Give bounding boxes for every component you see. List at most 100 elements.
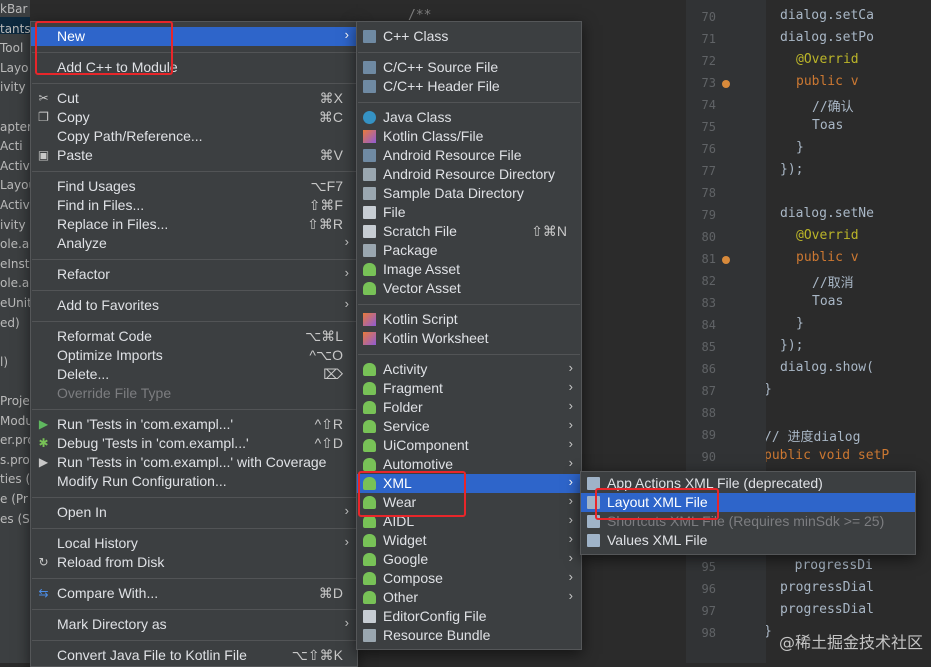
chevron-right-icon: ›	[344, 234, 349, 249]
menu-item-find-usages[interactable]: Find Usages ⌥F7	[31, 177, 357, 196]
project-tree-item[interactable]: ivity	[0, 80, 26, 94]
menu-item-shortcut: ⌘D	[318, 585, 343, 601]
menu-item-run-tests-in-com-exampl-with-coverage[interactable]: ▶ Run 'Tests in 'com.exampl...' with Cove…	[31, 453, 357, 472]
menu-item-open-in[interactable]: Open In ›	[31, 503, 357, 522]
menu-item-mark-directory-as[interactable]: Mark Directory as ›	[31, 615, 357, 634]
menu-item-service[interactable]: Service ›	[357, 417, 581, 436]
menu-item-find-in-files[interactable]: Find in Files... ⇧⌘F	[31, 196, 357, 215]
menu-item-label: Copy	[57, 109, 90, 125]
menu-item-uicomponent[interactable]: UiComponent ›	[357, 436, 581, 455]
menu-item-c-c-header-file[interactable]: C/C++ Header File	[357, 77, 581, 96]
menu-item-local-history[interactable]: Local History ›	[31, 534, 357, 553]
menu-item-reformat-code[interactable]: Reformat Code ⌥⌘L	[31, 327, 357, 346]
menu-item-values-xml-file[interactable]: Values XML File	[581, 531, 915, 550]
menu-item-other[interactable]: Other ›	[357, 588, 581, 607]
project-tree-item[interactable]: e (Pr	[0, 492, 28, 506]
menu-item-c-c-source-file[interactable]: C/C++ Source File	[357, 58, 581, 77]
menu-item-resource-bundle[interactable]: Resource Bundle	[357, 626, 581, 645]
project-tree-item[interactable]: ole.an	[0, 276, 30, 290]
project-tree-item[interactable]: ed)	[0, 316, 20, 330]
new-submenu: C++ Class C/C++ Source File C/C++ Header F…	[356, 21, 582, 650]
menu-item-label: Run 'Tests in 'com.exampl...' with Cover…	[57, 454, 327, 470]
project-tree-item[interactable]: Acti	[0, 139, 23, 153]
menu-item-cut[interactable]: ✂ Cut ⌘X	[31, 89, 357, 108]
menu-item-kotlin-script[interactable]: Kotlin Script	[357, 310, 581, 329]
menu-item-kotlin-worksheet[interactable]: Kotlin Worksheet	[357, 329, 581, 348]
menu-item-android-resource-directory[interactable]: Android Resource Directory	[357, 165, 581, 184]
project-tree-item[interactable]: Tool	[0, 41, 23, 55]
menu-item-modify-run-configuration[interactable]: Modify Run Configuration...	[31, 472, 357, 491]
menu-item-sample-data-directory[interactable]: Sample Data Directory	[357, 184, 581, 203]
menu-item-fragment[interactable]: Fragment ›	[357, 379, 581, 398]
project-tree-item[interactable]: s.pro	[0, 453, 30, 467]
menu-item-copy[interactable]: ❐ Copy ⌘C	[31, 108, 357, 127]
menu-item-file[interactable]: File	[357, 203, 581, 222]
menu-item-c-class[interactable]: C++ Class	[357, 27, 581, 46]
project-tree-item[interactable]: er.pro	[0, 433, 30, 447]
project-tree-item[interactable]: apter	[0, 120, 30, 134]
override-gutter-icon[interactable]	[722, 80, 730, 88]
project-tree-item[interactable]: ivity	[0, 218, 26, 232]
override-gutter-icon[interactable]	[722, 256, 730, 264]
menu-item-editorconfig-file[interactable]: EditorConfig File	[357, 607, 581, 626]
project-tree-item[interactable]: Layo	[0, 61, 28, 75]
menu-item-optimize-imports[interactable]: Optimize Imports ^⌥O	[31, 346, 357, 365]
code-line: //确认	[812, 100, 854, 115]
menu-item-package[interactable]: Package	[357, 241, 581, 260]
menu-item-paste[interactable]: ▣ Paste ⌘V	[31, 146, 357, 165]
project-tree-item[interactable]: Layou	[0, 178, 30, 192]
project-tree-item[interactable]: Activ	[0, 159, 30, 173]
menu-item-label: Local History	[57, 535, 138, 551]
menu-separator	[32, 290, 356, 291]
project-tree-item[interactable]: Activ	[0, 198, 30, 212]
project-tree-item[interactable]: ties (	[0, 472, 30, 486]
menu-item-java-class[interactable]: Java Class	[357, 108, 581, 127]
menu-item-vector-asset[interactable]: Vector Asset	[357, 279, 581, 298]
watermark: @稀土掘金技术社区	[778, 633, 923, 652]
menu-separator	[32, 578, 356, 579]
menu-item-replace-in-files[interactable]: Replace in Files... ⇧⌘R	[31, 215, 357, 234]
menu-item-shortcut: ⌥F7	[310, 178, 343, 194]
xml-file-icon	[587, 534, 600, 547]
menu-item-debug-tests-in-com-exampl[interactable]: ✱ Debug 'Tests in 'com.exampl...' ^⇧D	[31, 434, 357, 453]
project-tree-item[interactable]: Proje	[0, 394, 30, 408]
menu-item-label: Activity	[383, 361, 428, 377]
menu-item-compare-with[interactable]: ⇆ Compare With... ⌘D	[31, 584, 357, 603]
menu-separator	[358, 304, 580, 305]
menu-item-activity[interactable]: Activity ›	[357, 360, 581, 379]
android-icon	[363, 382, 376, 395]
project-tree-item[interactable]: l)	[0, 355, 8, 369]
project-tree-item[interactable]: ole.an	[0, 237, 30, 251]
menu-item-kotlin-class-file[interactable]: Kotlin Class/File	[357, 127, 581, 146]
menu-item-convert-java-file-to-kotlin-file[interactable]: Convert Java File to Kotlin File ⌥⇧⌘K	[31, 646, 357, 665]
menu-separator	[32, 497, 356, 498]
menu-item-folder[interactable]: Folder ›	[357, 398, 581, 417]
menu-item-scratch-file[interactable]: Scratch File ⇧⌘N	[357, 222, 581, 241]
project-tree-item[interactable]: tants	[0, 22, 30, 36]
project-tree-item[interactable]: kBar	[0, 2, 27, 16]
menu-item-google[interactable]: Google ›	[357, 550, 581, 569]
project-tree-item[interactable]: Modu	[0, 414, 30, 428]
menu-item-image-asset[interactable]: Image Asset	[357, 260, 581, 279]
menu-item-delete[interactable]: Delete... ⌦	[31, 365, 357, 384]
menu-item-analyze[interactable]: Analyze ›	[31, 234, 357, 253]
project-tree-item[interactable]: es (S	[0, 512, 30, 526]
menu-item-android-resource-file[interactable]: Android Resource File	[357, 146, 581, 165]
java-editor[interactable]: dialog.setCa dialog.setPo @Overrid public v…	[766, 0, 931, 663]
project-context-menu: New › Add C++ to Module ✂ Cut ⌘X ❐ Copy ⌘C Copy P…	[30, 21, 358, 667]
menu-item-copy-path-reference[interactable]: Copy Path/Reference...	[31, 127, 357, 146]
line-number: 71	[701, 32, 716, 46]
project-tree-item[interactable]: eInstr	[0, 257, 30, 271]
project-tree-item[interactable]: eUnit	[0, 296, 30, 310]
menu-item-add-to-favorites[interactable]: Add to Favorites ›	[31, 296, 357, 315]
scissors-icon: ✂	[38, 91, 49, 105]
menu-item-widget[interactable]: Widget ›	[357, 531, 581, 550]
menu-item-reload-from-disk[interactable]: ↻ Reload from Disk	[31, 553, 357, 572]
menu-item-compose[interactable]: Compose ›	[357, 569, 581, 588]
menu-item-refactor[interactable]: Refactor ›	[31, 265, 357, 284]
line-number: 73	[701, 76, 716, 90]
chevron-right-icon: ›	[344, 503, 349, 518]
menu-item-label: Run 'Tests in 'com.exampl...'	[57, 416, 234, 432]
menu-item-run-tests-in-com-exampl[interactable]: ▶ Run 'Tests in 'com.exampl...' ^⇧R	[31, 415, 357, 434]
menu-item-label: Modify Run Configuration...	[57, 473, 227, 489]
